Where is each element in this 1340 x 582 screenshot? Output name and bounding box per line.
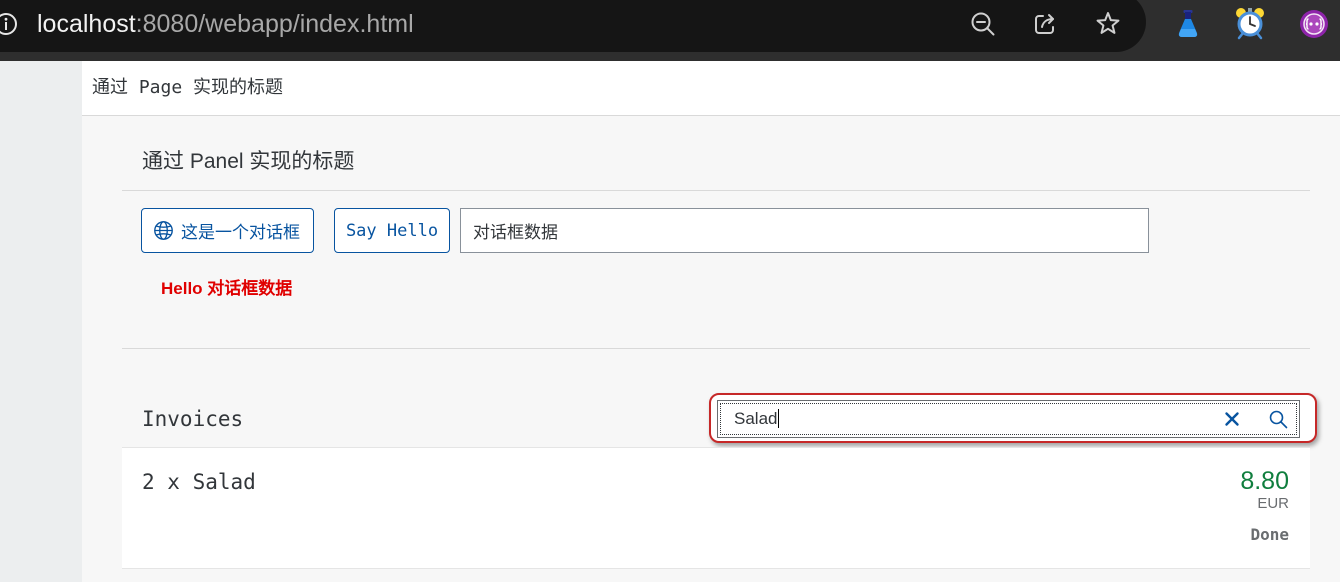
search-input-value: Salad [734, 409, 780, 429]
open-dialog-button-label: 这是一个对话框 [181, 223, 300, 242]
zoom-out-icon[interactable] [969, 10, 997, 38]
purple-face-extension-icon[interactable] [1298, 8, 1330, 40]
invoice-item-amount: 8.80 [1240, 467, 1289, 495]
dialog-data-input[interactable] [460, 208, 1149, 253]
info-icon[interactable] [0, 12, 18, 36]
panel-header-divider [122, 190, 1310, 191]
text-caret [778, 409, 780, 429]
invoice-search-field[interactable]: Salad [717, 400, 1300, 438]
star-icon[interactable] [1094, 10, 1122, 38]
invoice-item-status: Done [1250, 525, 1289, 544]
globe-icon [154, 221, 173, 240]
search-icon[interactable] [1268, 409, 1288, 429]
left-gutter [0, 61, 82, 582]
panel-bottom-divider [122, 348, 1310, 349]
greeting-text: Hello 对话框数据 [161, 279, 293, 298]
invoice-list-title: Invoices [142, 407, 244, 431]
share-icon[interactable] [1031, 10, 1059, 38]
browser-toolbar: localhost:8080/webapp/index.html [0, 0, 1340, 61]
say-hello-button[interactable]: Say Hello [334, 208, 450, 253]
url-path: :8080/webapp/index.html [135, 10, 414, 38]
invoice-item-currency: EUR [1257, 495, 1289, 512]
clear-icon[interactable] [1224, 411, 1240, 427]
page-header: 通过 Page 实现的标题 [82, 61, 1340, 116]
url-host: localhost [37, 10, 136, 38]
flask-extension-icon[interactable] [1174, 8, 1202, 40]
open-dialog-button[interactable]: 这是一个对话框 [141, 208, 314, 253]
page-title: 通过 Page 实现的标题 [92, 77, 284, 98]
invoice-list-item: 2 x Salad 8.80 EUR Done [122, 448, 1310, 569]
panel-title: 通过 Panel 实现的标题 [142, 150, 355, 173]
alarm-clock-extension-icon[interactable] [1234, 6, 1266, 40]
invoice-item-title: 2 x Salad [142, 470, 256, 494]
url-text[interactable]: localhost:8080/webapp/index.html [37, 6, 414, 42]
say-hello-button-label: Say Hello [345, 220, 439, 241]
